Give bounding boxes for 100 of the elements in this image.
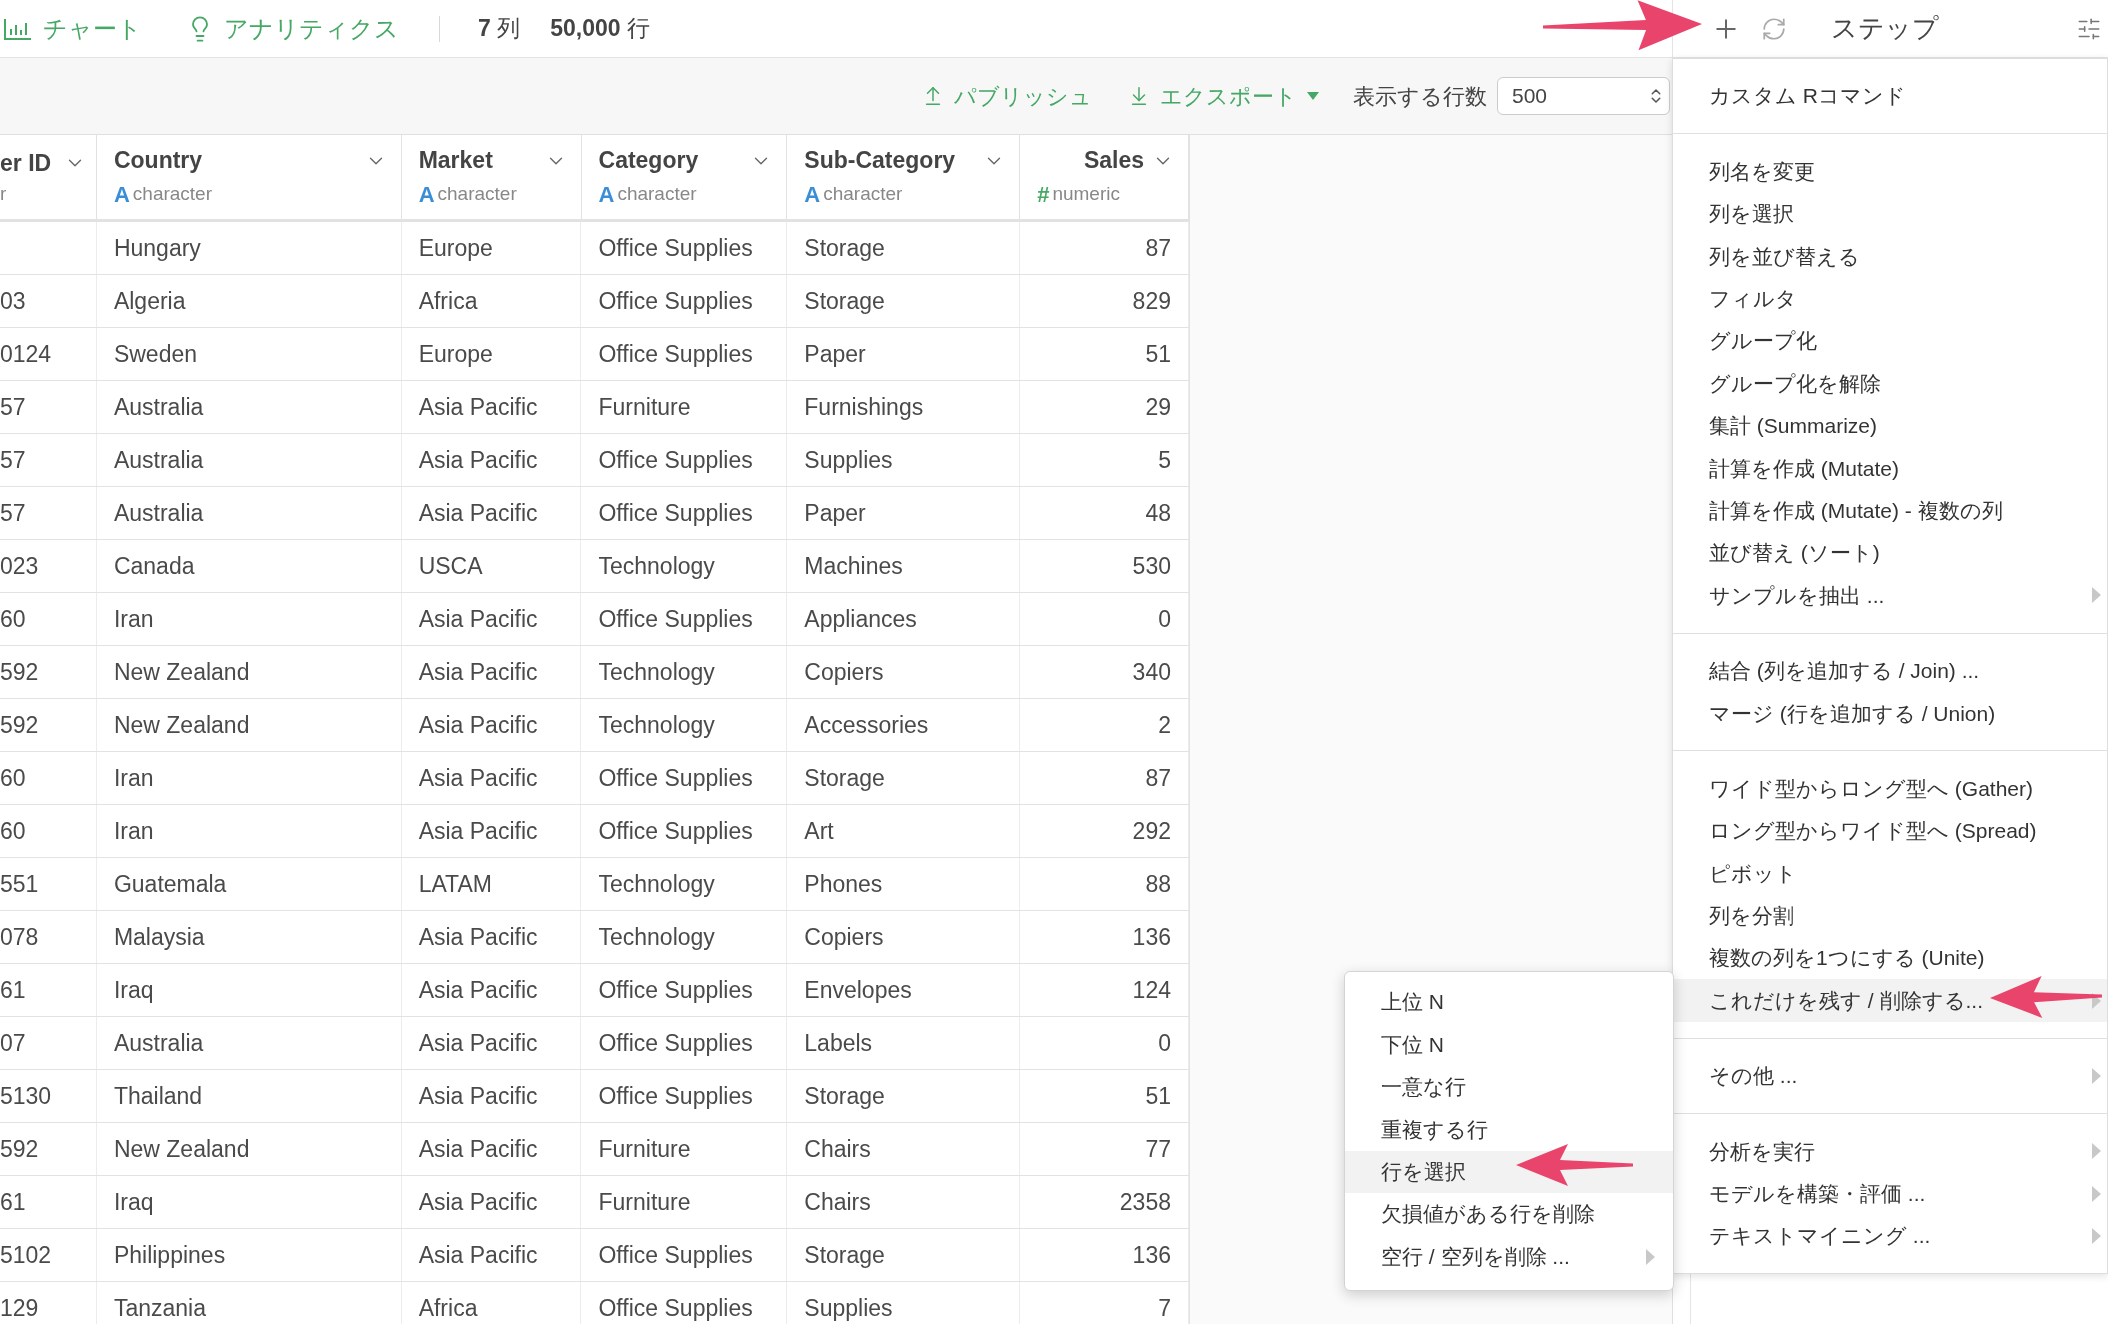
table-cell-text: Paper: [804, 339, 866, 369]
table-cell-text: Technology: [598, 710, 715, 740]
table-cell-text: Office Supplies: [598, 604, 753, 634]
table-cell-text: 078: [0, 922, 39, 952]
table-cell-text: Storage: [804, 763, 885, 793]
menu-item[interactable]: ワイド型からロング型へ (Gather): [1673, 767, 2107, 810]
table-cell-text: Office Supplies: [598, 286, 753, 316]
table-cell-text: Asia Pacific: [418, 763, 538, 793]
table-cell-text: New Zealand: [113, 1134, 250, 1164]
table-cell-text: Sweden: [113, 339, 198, 369]
column-header[interactable]: Market A character: [401, 135, 582, 219]
menu-item[interactable]: 集計 (Summarize): [1673, 404, 2107, 448]
menu-item[interactable]: 列を選択: [1673, 192, 2107, 236]
table-cell-text: Office Supplies: [598, 816, 753, 846]
menu-item[interactable]: その他 ...: [1673, 1054, 2107, 1098]
column-header[interactable]: Category A character: [581, 135, 788, 219]
menu-item[interactable]: グループ化: [1673, 319, 2107, 363]
menu-item[interactable]: テキストマイニング ...: [1673, 1215, 2107, 1258]
table-cell-text: 87: [1145, 763, 1171, 793]
table-cell-text: 57: [0, 392, 26, 422]
table-cell-text: Technology: [598, 869, 715, 899]
table-cell-text: Europe: [418, 339, 493, 369]
table-cell-text: 7: [1158, 1293, 1171, 1323]
table-cell-text: 023: [0, 551, 39, 581]
table-cell-text: Phones: [804, 869, 883, 899]
menu-item[interactable]: 行を選択: [1345, 1150, 1673, 1193]
table-cell-text: Labels: [804, 1028, 873, 1058]
menu-item[interactable]: 列を分割: [1673, 894, 2107, 938]
table-cell-text: Office Supplies: [598, 445, 753, 475]
table-cell-text: Africa: [418, 1293, 478, 1323]
table-cell-text: Asia Pacific: [418, 392, 538, 422]
table-cell-text: 0: [1158, 1028, 1171, 1058]
table-cell-text: 51: [1145, 1081, 1171, 1111]
table-cell-text: 60: [0, 816, 26, 846]
menu-item[interactable]: 欠損値がある行を削除: [1345, 1192, 1673, 1236]
table-cell-text: Malaysia: [113, 922, 205, 952]
table-cell-text: Iran: [113, 763, 154, 793]
count-label: 7 列: [478, 14, 521, 44]
menu-item[interactable]: 列名を変更: [1673, 150, 2107, 193]
table-cell-text: 530: [1132, 551, 1171, 581]
table-cell-text: Africa: [418, 286, 478, 316]
table-cell-text: Hungary: [113, 233, 201, 263]
table-cell-text: Asia Pacific: [418, 1187, 538, 1217]
table-cell-text: 57: [0, 498, 26, 528]
table-cell-text: 592: [0, 657, 39, 687]
table-cell-text: 136: [1132, 922, 1171, 952]
table-cell-text: 129: [0, 1293, 39, 1323]
table-cell-text: Europe: [418, 233, 493, 263]
rows-select[interactable]: 500: [1497, 77, 1670, 115]
table-cell-text: New Zealand: [113, 710, 250, 740]
panel-title: ステップ: [1831, 12, 1939, 45]
table-cell-text: Asia Pacific: [418, 1028, 538, 1058]
menu-item[interactable]: フィルタ: [1673, 277, 2107, 320]
table-cell-text: 60: [0, 763, 26, 793]
menu-item[interactable]: 上位 N: [1345, 981, 1673, 1024]
table-cell-text: Furniture: [598, 1134, 691, 1164]
table-cell-text: 0: [1158, 604, 1171, 634]
table-cell-text: 61: [0, 1187, 26, 1217]
table-cell-text: Technology: [598, 922, 715, 952]
table-cell-text: 124: [1132, 975, 1171, 1005]
table-cell-text: 340: [1132, 657, 1171, 687]
menu-item[interactable]: 下位 N: [1345, 1023, 1673, 1066]
column-header[interactable]: Sub-Category A character: [787, 135, 1021, 219]
table-cell-text: Storage: [804, 233, 885, 263]
table-cell-text: Technology: [598, 551, 715, 581]
table-cell-text: Storage: [804, 1081, 885, 1111]
menu-item[interactable]: ロング型からワイド型へ (Spread): [1673, 809, 2107, 853]
menu-item[interactable]: 計算を作成 (Mutate): [1673, 447, 2107, 490]
table-cell-text: 48: [1145, 498, 1171, 528]
menu-item[interactable]: 一意な行: [1345, 1065, 1673, 1109]
menu-item[interactable]: 列を並び替える: [1673, 235, 2107, 278]
table-cell-text: Australia: [113, 392, 204, 422]
table-cell-text: Australia: [113, 1028, 204, 1058]
menu-item[interactable]: マージ (行を追加する / Union): [1673, 692, 2107, 735]
menu-item[interactable]: これだけを残す / 削除する...: [1673, 979, 2107, 1022]
menu-item[interactable]: サンプルを抽出 ...: [1673, 574, 2107, 617]
table-cell-text: Paper: [804, 498, 866, 528]
menu-item[interactable]: 計算を作成 (Mutate) - 複数の列: [1673, 489, 2107, 532]
table-cell-text: Office Supplies: [598, 975, 753, 1005]
menu-item[interactable]: 空行 / 空列を削除 ...: [1345, 1235, 1673, 1278]
column-header[interactable]: er ID r: [0, 135, 97, 219]
table-cell-text: Chairs: [804, 1134, 871, 1164]
menu-item[interactable]: 重複する行: [1345, 1108, 1673, 1151]
table-cell-text: Supplies: [804, 1293, 893, 1323]
table-cell-text: 29: [1145, 392, 1171, 422]
menu-item[interactable]: 結合 (列を追加する / Join) ...: [1673, 649, 2107, 693]
table-cell-text: Asia Pacific: [418, 445, 538, 475]
menu-item[interactable]: モデルを構築・評価 ...: [1673, 1172, 2107, 1215]
menu-item[interactable]: 並び替え (ソート): [1673, 531, 2107, 575]
menu-item[interactable]: 複数の列を1つにする (Unite): [1673, 937, 2107, 980]
menu-item[interactable]: カスタム Rコマンド: [1673, 75, 2107, 118]
table-cell-text: 592: [0, 1134, 39, 1164]
table-cell-text: Art: [804, 816, 834, 846]
table-cell-text: Office Supplies: [598, 498, 753, 528]
menu-item[interactable]: 分析を実行: [1673, 1130, 2107, 1173]
table-cell-text: Office Supplies: [598, 233, 753, 263]
menu-item[interactable]: ピボット: [1673, 852, 2107, 895]
column-header[interactable]: Country A character: [96, 135, 402, 219]
menu-item[interactable]: グループ化を解除: [1673, 362, 2107, 405]
column-header[interactable]: Sales #numeric: [1020, 135, 1189, 219]
